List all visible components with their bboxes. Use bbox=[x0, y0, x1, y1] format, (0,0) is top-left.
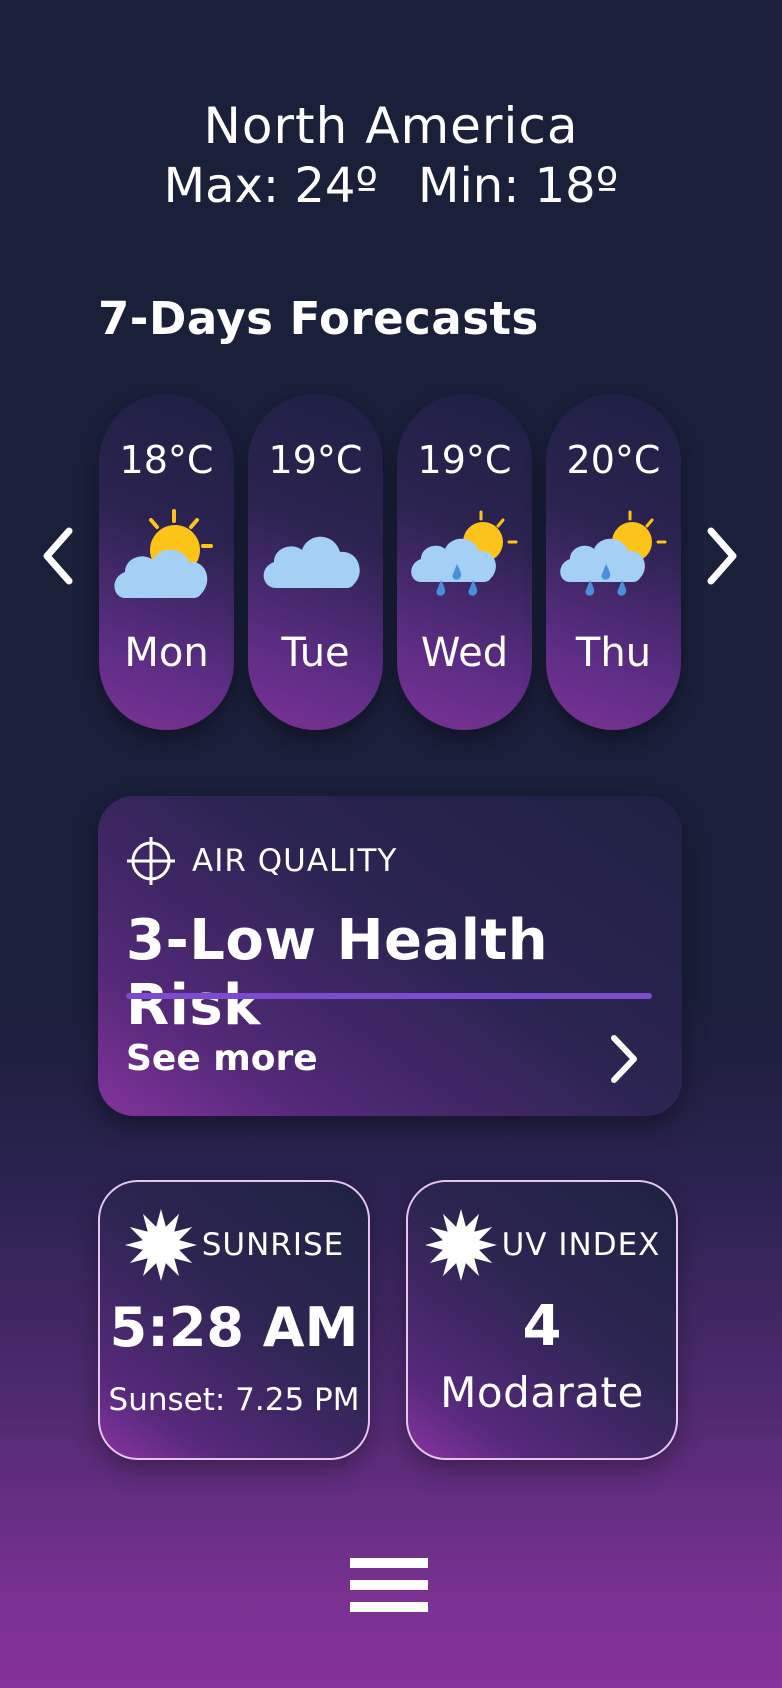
menu-bar bbox=[350, 1558, 428, 1568]
sunrise-time: 5:28 AM bbox=[109, 1296, 359, 1359]
temperature-range: Max: 24º Min: 18º bbox=[0, 156, 782, 216]
prev-days-button[interactable] bbox=[38, 526, 78, 586]
menu-bar bbox=[350, 1580, 428, 1590]
sunrise-header: SUNRISE bbox=[100, 1208, 368, 1282]
forecast-days: 18°C Mon 19°C Tue 19°C Wed 20°C Thu bbox=[99, 394, 681, 730]
uv-index-level: Modarate bbox=[440, 1368, 644, 1417]
next-days-button[interactable] bbox=[702, 526, 742, 586]
day-temp: 19°C bbox=[417, 438, 512, 482]
chevron-left-icon bbox=[43, 527, 73, 585]
divider bbox=[126, 993, 652, 999]
air-quality-header: AIR QUALITY bbox=[126, 836, 397, 886]
day-name: Thu bbox=[575, 630, 652, 676]
day-card-thu[interactable]: 20°C Thu bbox=[546, 394, 681, 730]
hamburger-menu-icon[interactable] bbox=[350, 1558, 430, 1618]
day-temp: 18°C bbox=[119, 438, 214, 482]
max-temp: Max: 24º bbox=[163, 158, 379, 214]
cloud-icon bbox=[263, 536, 360, 588]
chevron-right-icon bbox=[707, 527, 737, 585]
see-more-link[interactable]: See more bbox=[126, 1038, 318, 1079]
day-temp: 20°C bbox=[566, 438, 661, 482]
location-name: North America bbox=[203, 97, 579, 155]
min-temp: Min: 18º bbox=[418, 158, 619, 214]
sunrise-card: SUNRISE 5:28 AM Sunset: 7.25 PM bbox=[98, 1180, 370, 1460]
air-quality-value: 3-Low Health Risk bbox=[126, 908, 549, 1038]
day-card-wed[interactable]: 19°C Wed bbox=[397, 394, 532, 730]
sun-cloud-rain-icon bbox=[411, 510, 518, 596]
sunset-time: Sunset: 7.25 PM bbox=[108, 1382, 360, 1418]
chevron-right-icon[interactable] bbox=[606, 1034, 640, 1084]
uv-index-label: UV INDEX bbox=[501, 1227, 661, 1263]
day-card-tue[interactable]: 19°C Tue bbox=[248, 394, 383, 730]
day-name: Wed bbox=[420, 630, 509, 676]
sun-icon bbox=[124, 1209, 197, 1281]
crosshair-icon bbox=[127, 837, 175, 885]
day-name: Mon bbox=[124, 630, 209, 676]
sunrise-label: SUNRISE bbox=[201, 1227, 345, 1263]
day-temp: 19°C bbox=[268, 438, 363, 482]
day-card-mon[interactable]: 18°C Mon bbox=[99, 394, 234, 730]
uv-header: UV INDEX bbox=[408, 1208, 676, 1282]
sun-behind-cloud-icon bbox=[114, 509, 213, 598]
uv-index-card: UV INDEX 4 Modarate bbox=[406, 1180, 678, 1460]
sun-cloud-rain-icon bbox=[560, 510, 667, 596]
air-quality-label: AIR QUALITY bbox=[192, 843, 398, 879]
air-quality-card: AIR QUALITY 3-Low Health Risk See more bbox=[98, 796, 682, 1116]
day-name: Tue bbox=[281, 630, 350, 676]
menu-bar bbox=[350, 1602, 428, 1612]
sun-icon bbox=[424, 1209, 497, 1281]
uv-index-value: 4 bbox=[522, 1294, 562, 1359]
forecast-title: 7-Days Forecasts bbox=[98, 292, 539, 345]
location-header: North America Max: 24º Min: 18º bbox=[0, 96, 782, 216]
